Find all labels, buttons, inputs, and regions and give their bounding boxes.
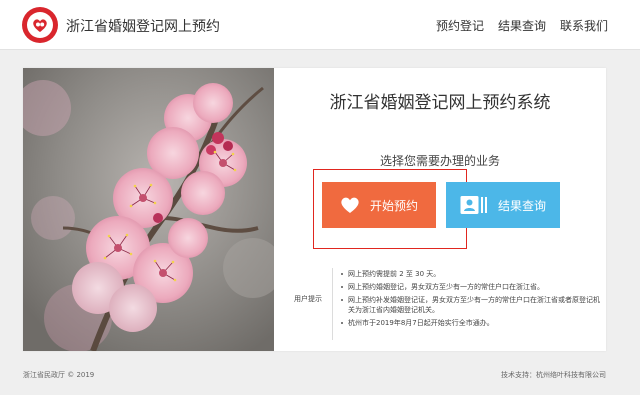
- tip-item: 网上预约补发婚姻登记证，男女双方至少有一方的常住户口在浙江省或者原登记机关为浙江…: [340, 295, 604, 315]
- tip-item: 网上预约婚姻登记，男女双方至少有一方的常住户口在浙江省。: [340, 282, 604, 292]
- nav-item-appointment[interactable]: 预约登记: [436, 17, 484, 34]
- site-title: 浙江省婚姻登记网上预约: [66, 19, 220, 35]
- tips-label: 用户提示: [294, 295, 322, 303]
- top-nav: 预约登记 结果查询 联系我们: [436, 17, 608, 34]
- footer-copyright: 浙江省民政厅 © 2019: [23, 371, 95, 379]
- top-header: 浙江省婚姻登记网上预约 预约登记 结果查询 联系我们: [0, 0, 640, 50]
- tip-item: 杭州市于2019年8月7日起开始实行全市通办。: [340, 318, 604, 328]
- start-appointment-button[interactable]: 开始预约: [322, 182, 436, 228]
- footer-tech-support: 技术支持：杭州络叶科技有限公司: [501, 371, 606, 379]
- heart-icon: [340, 196, 360, 214]
- tips-list: 网上预约需提前 2 至 30 天。 网上预约婚姻登记，男女双方至少有一方的常住户…: [340, 269, 604, 331]
- nav-item-result-query[interactable]: 结果查询: [498, 17, 546, 34]
- plum-blossom-image: [23, 68, 274, 351]
- result-query-label: 结果查询: [497, 198, 546, 213]
- system-title: 浙江省婚姻登记网上预约系统: [329, 93, 551, 113]
- start-appointment-label: 开始预约: [369, 198, 418, 213]
- business-subtitle: 选择您需要办理的业务: [379, 154, 500, 168]
- nav-item-contact[interactable]: 联系我们: [560, 17, 608, 34]
- id-card-icon: [460, 195, 488, 215]
- tips-divider: [332, 268, 333, 340]
- main-card: 浙江省婚姻登记网上预约系统 选择您需要办理的业务 开始预约 结果查询 用户提示 …: [23, 68, 606, 351]
- booking-panel: 浙江省婚姻登记网上预约系统 选择您需要办理的业务 开始预约 结果查询 用户提示 …: [274, 68, 606, 351]
- logo-icon[interactable]: [22, 7, 58, 43]
- user-tips: 用户提示 网上预约需提前 2 至 30 天。 网上预约婚姻登记，男女双方至少有一…: [274, 264, 606, 344]
- tip-item: 网上预约需提前 2 至 30 天。: [340, 269, 604, 279]
- result-query-button[interactable]: 结果查询: [446, 182, 560, 228]
